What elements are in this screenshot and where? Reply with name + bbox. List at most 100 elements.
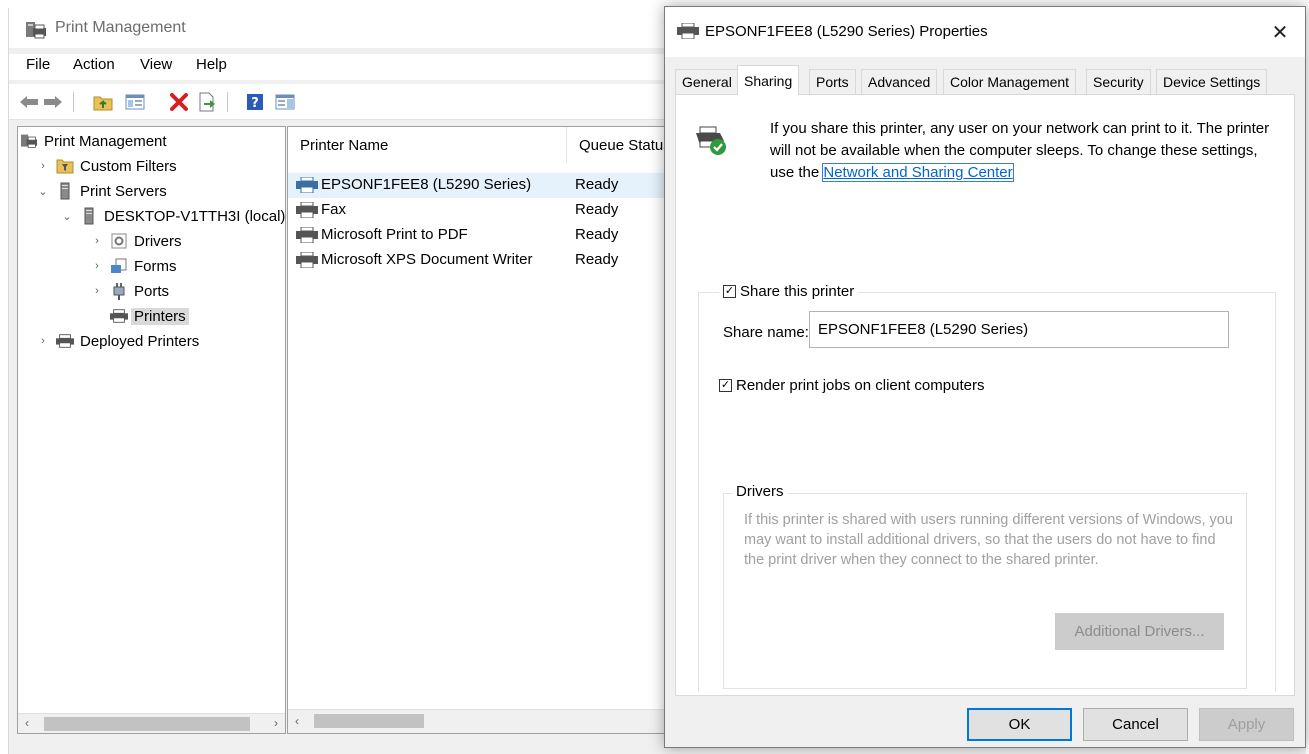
- chevron-right-icon[interactable]: ›: [90, 235, 104, 247]
- print-management-app-icon: [25, 20, 47, 44]
- share-this-printer-checkbox[interactable]: ✓ Share this printer: [719, 283, 859, 300]
- tab-general[interactable]: General: [675, 69, 739, 94]
- menu-help[interactable]: Help: [196, 56, 227, 73]
- scroll-thumb[interactable]: [44, 717, 250, 731]
- queue-status-cell: Ready: [575, 176, 619, 193]
- queue-status-cell: Ready: [575, 251, 619, 268]
- share-name-input[interactable]: [809, 311, 1229, 348]
- checkbox-checked-icon: ✓: [719, 379, 732, 392]
- dialog-title: EPSONF1FEE8 (L5290 Series) Properties: [705, 23, 988, 40]
- queue-status-cell: Ready: [575, 226, 619, 243]
- column-header-queue-status[interactable]: Queue Status: [567, 127, 676, 163]
- printer-name-cell: EPSONF1FEE8 (L5290 Series): [296, 176, 531, 193]
- show-hide-tree-icon[interactable]: [123, 90, 147, 114]
- chevron-right-icon[interactable]: ›: [90, 285, 104, 297]
- scroll-left-icon[interactable]: ‹: [295, 714, 299, 728]
- tree-item-deployed-printers[interactable]: › Deployed Printers: [36, 330, 199, 352]
- menu-file[interactable]: File: [26, 56, 50, 73]
- render-on-client-checkbox[interactable]: ✓ Render print jobs on client computers: [719, 377, 984, 394]
- tree-label: Print Management: [44, 132, 167, 150]
- printer-row-epson[interactable]: EPSONF1FEE8 (L5290 Series) Ready: [288, 173, 676, 198]
- tree-horizontal-scrollbar[interactable]: ‹ ›: [18, 713, 285, 733]
- svg-text:?: ?: [251, 96, 259, 111]
- printer-name-cell: Fax: [296, 201, 346, 218]
- checkbox-checked-icon: ✓: [723, 285, 736, 298]
- menu-action[interactable]: Action: [73, 56, 115, 73]
- share-name-label: Share name:: [723, 324, 809, 341]
- ok-button[interactable]: OK: [967, 708, 1072, 741]
- tab-security[interactable]: Security: [1086, 69, 1151, 94]
- dialog-titlebar: EPSONF1FEE8 (L5290 Series) Properties ✕: [665, 7, 1305, 57]
- scroll-thumb[interactable]: [314, 714, 424, 728]
- printer-row-print-to-pdf[interactable]: Microsoft Print to PDF Ready: [288, 223, 676, 248]
- tab-advanced[interactable]: Advanced: [861, 69, 938, 94]
- server-icon: [56, 182, 74, 200]
- list-horizontal-scrollbar[interactable]: ‹: [288, 709, 676, 733]
- tree-item-ports[interactable]: › Ports: [90, 280, 169, 302]
- printer-icon: [296, 176, 318, 193]
- tab-device-settings[interactable]: Device Settings: [1156, 69, 1268, 94]
- tree-label: Drivers: [134, 232, 182, 250]
- chevron-down-icon[interactable]: ⌄: [60, 210, 74, 223]
- printer-name-cell: Microsoft Print to PDF: [296, 226, 468, 243]
- cancel-button[interactable]: Cancel: [1083, 708, 1188, 741]
- tree-label: Ports: [134, 282, 170, 300]
- action-pane-icon[interactable]: [273, 90, 297, 114]
- printer-name-cell: Microsoft XPS Document Writer: [296, 251, 532, 268]
- main-window-title: Print Management: [55, 19, 186, 36]
- printer-icon: [677, 22, 699, 43]
- tab-color-management[interactable]: Color Management: [943, 69, 1077, 94]
- tree-item-local-server[interactable]: ⌄ DESKTOP-V1TTH3I (local): [60, 205, 285, 227]
- print-management-icon: [20, 132, 38, 150]
- delete-icon[interactable]: [167, 90, 191, 114]
- printer-list-pane: Printer Name Queue Status EPSONF1FEE8 (L…: [287, 126, 677, 734]
- menu-view[interactable]: View: [140, 56, 172, 73]
- server-icon: [80, 207, 98, 225]
- printer-name: Microsoft Print to PDF: [321, 226, 468, 243]
- chevron-down-icon[interactable]: ⌄: [36, 185, 50, 198]
- export-list-icon[interactable]: [195, 90, 219, 114]
- tree-item-print-servers[interactable]: ⌄ Print Servers: [36, 180, 167, 202]
- apply-button[interactable]: Apply: [1199, 708, 1294, 741]
- tree-pane: Print Management › Custom Filters ⌄ Prin…: [17, 126, 286, 734]
- tab-sharing[interactable]: Sharing: [737, 65, 800, 95]
- tree-item-printers[interactable]: Printers: [110, 305, 189, 327]
- tree-label: Printers: [131, 307, 189, 325]
- port-plug-icon: [110, 282, 128, 300]
- toolbar-separator: [227, 92, 228, 112]
- printer-row-fax[interactable]: Fax Ready: [288, 198, 676, 223]
- printer-icon: [296, 251, 318, 268]
- column-header-printer-name[interactable]: Printer Name: [288, 127, 567, 163]
- up-folder-icon[interactable]: [91, 90, 115, 114]
- scroll-right-icon[interactable]: ›: [274, 716, 278, 730]
- printer-properties-dialog: EPSONF1FEE8 (L5290 Series) Properties ✕ …: [664, 6, 1306, 748]
- tree-item-drivers[interactable]: › Drivers: [90, 230, 182, 252]
- tab-strip: General Sharing Ports Advanced Color Man…: [675, 65, 1295, 95]
- tree-item-custom-filters[interactable]: › Custom Filters: [36, 155, 177, 177]
- forward-arrow-icon[interactable]: [41, 90, 65, 114]
- printer-icon: [110, 307, 128, 325]
- tab-ports[interactable]: Ports: [809, 69, 856, 94]
- close-icon[interactable]: ✕: [1265, 17, 1295, 47]
- tree-label: Forms: [134, 257, 177, 275]
- share-checkbox-label: Share this printer: [740, 283, 855, 300]
- help-icon[interactable]: ?: [243, 90, 267, 114]
- chevron-right-icon[interactable]: ›: [90, 260, 104, 272]
- chevron-right-icon[interactable]: ›: [36, 160, 50, 172]
- tree-label: Deployed Printers: [80, 332, 200, 350]
- printer-name: Fax: [321, 201, 347, 218]
- back-arrow-icon[interactable]: [17, 90, 41, 114]
- tree-label: DESKTOP-V1TTH3I (local): [104, 207, 286, 225]
- printer-row-xps-writer[interactable]: Microsoft XPS Document Writer Ready: [288, 248, 676, 273]
- fax-icon: [296, 201, 318, 218]
- network-sharing-center-link[interactable]: Network and Sharing Center: [822, 163, 1014, 182]
- scroll-left-icon[interactable]: ‹: [25, 716, 29, 730]
- additional-drivers-button[interactable]: Additional Drivers...: [1055, 613, 1224, 650]
- tree-label: Print Servers: [80, 182, 167, 200]
- printer-icon: [56, 332, 74, 350]
- sharing-tab-panel: If you share this printer, any user on y…: [675, 94, 1295, 696]
- chevron-right-icon[interactable]: ›: [36, 335, 50, 347]
- printer-name: EPSONF1FEE8 (L5290 Series): [321, 176, 532, 193]
- tree-item-forms[interactable]: › Forms: [90, 255, 177, 277]
- tree-item-print-management[interactable]: Print Management: [20, 130, 167, 152]
